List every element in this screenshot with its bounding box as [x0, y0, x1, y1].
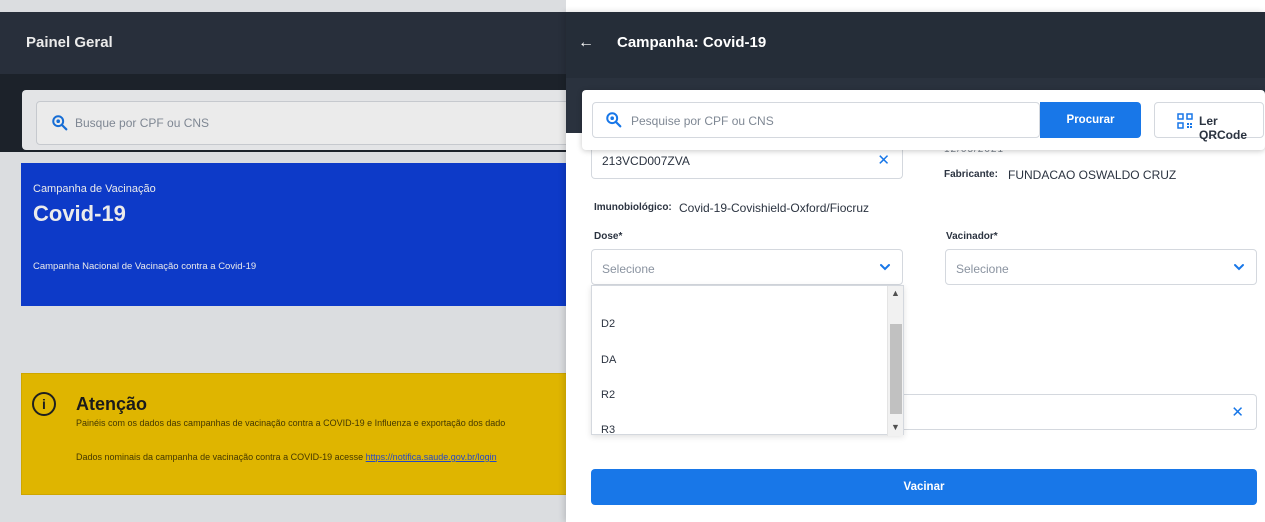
clear-lote-icon[interactable]: ✕: [877, 151, 890, 169]
scroll-down-icon[interactable]: ▼: [891, 422, 900, 432]
vacinar-button[interactable]: Vacinar: [591, 469, 1257, 505]
panel-search-card: Pesquise por CPF ou CNS Procurar Ler QRC…: [582, 90, 1265, 150]
cpf-cns-search-input[interactable]: Pesquise por CPF ou CNS: [592, 102, 1040, 138]
fabricante-label: Fabricante:: [944, 169, 998, 180]
qrcode-icon: [1177, 113, 1193, 129]
chevron-down-icon: [880, 264, 890, 271]
fabricante-value: FUNDACAO OSWALDO CRUZ: [1008, 168, 1177, 182]
ler-qrcode-label: Ler QRCode: [1199, 114, 1247, 142]
dose-option-r2[interactable]: R2: [601, 389, 615, 401]
search-icon: [606, 112, 622, 128]
dose-dropdown-list: D2 DA R2 R3 ▲ ▼: [591, 285, 904, 436]
arrow-left-icon[interactable]: ←: [578, 34, 594, 52]
dose-select[interactable]: Selecione: [591, 249, 903, 285]
imunobiologico-label: Imunobiológico:: [594, 202, 672, 213]
imunobiologico-value: Covid-19-Covishield-Oxford/Fiocruz: [679, 201, 870, 215]
lote-value: 213VCD007ZVA: [602, 154, 690, 168]
background-page: Painel Geral Busque por CPF ou CNS Campa…: [0, 0, 566, 522]
procurar-button[interactable]: Procurar: [1040, 102, 1141, 138]
search-placeholder: Pesquise por CPF ou CNS: [631, 114, 774, 128]
chevron-down-icon: [1234, 264, 1244, 271]
campaign-side-panel: ← Campanha: Covid-19 213VCD007ZVA ✕ 12/0…: [566, 12, 1265, 522]
text-field[interactable]: ✕: [903, 394, 1257, 430]
vacinador-placeholder: Selecione: [956, 262, 1009, 276]
scroll-up-icon[interactable]: ▲: [891, 288, 900, 298]
dose-label: Dose*: [594, 231, 623, 242]
background-overlay: [0, 0, 566, 522]
clear-field-icon[interactable]: ✕: [1231, 403, 1244, 421]
ler-qrcode-button[interactable]: Ler QRCode: [1154, 102, 1264, 142]
scrollbar-thumb[interactable]: [890, 324, 902, 414]
dose-option-d2[interactable]: D2: [601, 318, 615, 330]
vacinador-select[interactable]: Selecione: [945, 249, 1257, 285]
dose-option-da[interactable]: DA: [601, 354, 616, 366]
dose-option-r3[interactable]: R3: [601, 424, 615, 436]
panel-title: Campanha: Covid-19: [617, 34, 767, 51]
vacinador-label: Vacinador*: [946, 231, 998, 242]
dropdown-scrollbar[interactable]: ▲ ▼: [887, 286, 903, 436]
dose-placeholder: Selecione: [602, 262, 655, 276]
